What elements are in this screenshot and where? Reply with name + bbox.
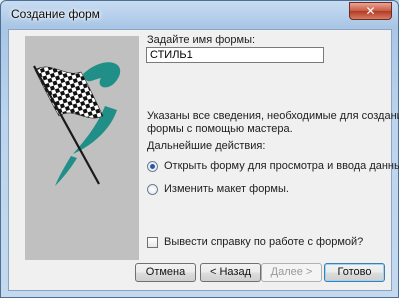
wizard-client-area: Задайте имя формы: Указаны все сведения,…: [8, 29, 399, 291]
next-button[interactable]: Далее >: [261, 263, 322, 282]
next-actions-label: Дальнейшие действия:: [147, 140, 266, 152]
info-text-line-2: формы с помощью мастера.: [147, 123, 293, 135]
flag-graphic: [33, 62, 121, 186]
cancel-button[interactable]: Отмена: [135, 263, 196, 282]
wizard-window: Создание форм ✕ Задайте имя формы: СТИЛЬ…: [0, 0, 399, 298]
help-option[interactable]: Вывести справку по работе с формой?: [147, 236, 363, 248]
radio-open-form[interactable]: [147, 160, 158, 172]
teal-swoosh-upper: [83, 62, 121, 88]
close-button[interactable]: ✕: [349, 2, 392, 20]
radio-edit-layout[interactable]: [147, 183, 158, 195]
teal-swoosh-base: [55, 156, 77, 186]
option-open-form[interactable]: Открыть форму для просмотра и ввода данн…: [147, 160, 399, 172]
back-button[interactable]: < Назад: [200, 263, 261, 282]
close-icon: ✕: [365, 4, 376, 18]
help-checkbox[interactable]: [147, 236, 158, 248]
option-edit-layout[interactable]: Изменить макет формы.: [147, 183, 289, 195]
window-title: Создание форм: [11, 7, 100, 21]
option-edit-layout-label: Изменить макет формы.: [164, 183, 289, 195]
help-checkbox-label: Вывести справку по работе с формой?: [164, 236, 364, 248]
option-open-form-label: Открыть форму для просмотра и ввода данн…: [164, 160, 399, 172]
checkered-flag-illustration: [25, 36, 139, 260]
finish-button[interactable]: Готово: [324, 263, 385, 282]
form-name-label: Задайте имя формы:: [147, 34, 256, 46]
title-bar[interactable]: Создание форм ✕: [1, 1, 398, 29]
info-text-line-1: Указаны все сведения, необходимые для со…: [147, 110, 399, 122]
form-name-input[interactable]: [146, 47, 324, 63]
